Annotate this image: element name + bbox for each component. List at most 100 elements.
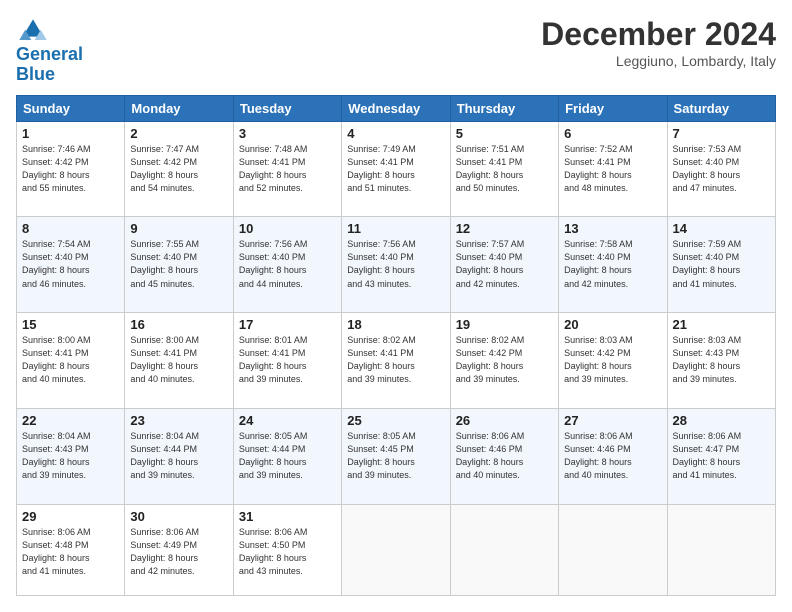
table-row: 30 Sunrise: 8:06 AMSunset: 4:49 PMDaylig… bbox=[125, 504, 233, 595]
day-info: Sunrise: 7:56 AMSunset: 4:40 PMDaylight:… bbox=[347, 238, 444, 290]
day-info: Sunrise: 8:04 AMSunset: 4:44 PMDaylight:… bbox=[130, 430, 227, 482]
table-row: 19 Sunrise: 8:02 AMSunset: 4:42 PMDaylig… bbox=[450, 313, 558, 409]
day-info: Sunrise: 7:54 AMSunset: 4:40 PMDaylight:… bbox=[22, 238, 119, 290]
day-info: Sunrise: 8:04 AMSunset: 4:43 PMDaylight:… bbox=[22, 430, 119, 482]
day-info: Sunrise: 7:52 AMSunset: 4:41 PMDaylight:… bbox=[564, 143, 661, 195]
table-row: 29 Sunrise: 8:06 AMSunset: 4:48 PMDaylig… bbox=[17, 504, 125, 595]
day-info: Sunrise: 7:51 AMSunset: 4:41 PMDaylight:… bbox=[456, 143, 553, 195]
day-info: Sunrise: 8:01 AMSunset: 4:41 PMDaylight:… bbox=[239, 334, 336, 386]
day-info: Sunrise: 7:46 AMSunset: 4:42 PMDaylight:… bbox=[22, 143, 119, 195]
calendar-week-row: 29 Sunrise: 8:06 AMSunset: 4:48 PMDaylig… bbox=[17, 504, 776, 595]
day-number: 2 bbox=[130, 126, 227, 141]
day-info: Sunrise: 8:06 AMSunset: 4:46 PMDaylight:… bbox=[456, 430, 553, 482]
day-info: Sunrise: 7:49 AMSunset: 4:41 PMDaylight:… bbox=[347, 143, 444, 195]
col-tuesday: Tuesday bbox=[233, 95, 341, 121]
day-number: 21 bbox=[673, 317, 770, 332]
calendar-header-row: Sunday Monday Tuesday Wednesday Thursday… bbox=[17, 95, 776, 121]
day-info: Sunrise: 7:47 AMSunset: 4:42 PMDaylight:… bbox=[130, 143, 227, 195]
day-info: Sunrise: 8:05 AMSunset: 4:44 PMDaylight:… bbox=[239, 430, 336, 482]
day-number: 15 bbox=[22, 317, 119, 332]
day-info: Sunrise: 8:06 AMSunset: 4:46 PMDaylight:… bbox=[564, 430, 661, 482]
day-number: 11 bbox=[347, 221, 444, 236]
day-number: 6 bbox=[564, 126, 661, 141]
table-row: 26 Sunrise: 8:06 AMSunset: 4:46 PMDaylig… bbox=[450, 408, 558, 504]
table-row: 17 Sunrise: 8:01 AMSunset: 4:41 PMDaylig… bbox=[233, 313, 341, 409]
header: General Blue December 2024 Leggiuno, Lom… bbox=[16, 16, 776, 85]
col-wednesday: Wednesday bbox=[342, 95, 450, 121]
day-number: 8 bbox=[22, 221, 119, 236]
day-info: Sunrise: 8:03 AMSunset: 4:43 PMDaylight:… bbox=[673, 334, 770, 386]
table-row: 20 Sunrise: 8:03 AMSunset: 4:42 PMDaylig… bbox=[559, 313, 667, 409]
day-number: 29 bbox=[22, 509, 119, 524]
day-info: Sunrise: 7:58 AMSunset: 4:40 PMDaylight:… bbox=[564, 238, 661, 290]
logo-text: General Blue bbox=[16, 45, 83, 85]
day-number: 17 bbox=[239, 317, 336, 332]
table-row: 2 Sunrise: 7:47 AMSunset: 4:42 PMDayligh… bbox=[125, 121, 233, 217]
table-row: 1 Sunrise: 7:46 AMSunset: 4:42 PMDayligh… bbox=[17, 121, 125, 217]
day-number: 7 bbox=[673, 126, 770, 141]
table-row: 7 Sunrise: 7:53 AMSunset: 4:40 PMDayligh… bbox=[667, 121, 775, 217]
day-info: Sunrise: 8:06 AMSunset: 4:48 PMDaylight:… bbox=[22, 526, 119, 578]
table-row bbox=[342, 504, 450, 595]
table-row: 4 Sunrise: 7:49 AMSunset: 4:41 PMDayligh… bbox=[342, 121, 450, 217]
table-row: 28 Sunrise: 8:06 AMSunset: 4:47 PMDaylig… bbox=[667, 408, 775, 504]
location: Leggiuno, Lombardy, Italy bbox=[541, 53, 776, 69]
calendar-week-row: 8 Sunrise: 7:54 AMSunset: 4:40 PMDayligh… bbox=[17, 217, 776, 313]
table-row: 5 Sunrise: 7:51 AMSunset: 4:41 PMDayligh… bbox=[450, 121, 558, 217]
table-row: 25 Sunrise: 8:05 AMSunset: 4:45 PMDaylig… bbox=[342, 408, 450, 504]
col-friday: Friday bbox=[559, 95, 667, 121]
day-number: 25 bbox=[347, 413, 444, 428]
table-row: 15 Sunrise: 8:00 AMSunset: 4:41 PMDaylig… bbox=[17, 313, 125, 409]
table-row: 3 Sunrise: 7:48 AMSunset: 4:41 PMDayligh… bbox=[233, 121, 341, 217]
day-number: 27 bbox=[564, 413, 661, 428]
day-number: 13 bbox=[564, 221, 661, 236]
day-info: Sunrise: 8:05 AMSunset: 4:45 PMDaylight:… bbox=[347, 430, 444, 482]
table-row: 12 Sunrise: 7:57 AMSunset: 4:40 PMDaylig… bbox=[450, 217, 558, 313]
day-number: 16 bbox=[130, 317, 227, 332]
table-row bbox=[450, 504, 558, 595]
day-info: Sunrise: 8:00 AMSunset: 4:41 PMDaylight:… bbox=[130, 334, 227, 386]
logo-line1: General bbox=[16, 44, 83, 64]
day-number: 1 bbox=[22, 126, 119, 141]
day-number: 22 bbox=[22, 413, 119, 428]
day-number: 9 bbox=[130, 221, 227, 236]
day-number: 24 bbox=[239, 413, 336, 428]
table-row: 10 Sunrise: 7:56 AMSunset: 4:40 PMDaylig… bbox=[233, 217, 341, 313]
day-number: 3 bbox=[239, 126, 336, 141]
day-number: 18 bbox=[347, 317, 444, 332]
calendar-table: Sunday Monday Tuesday Wednesday Thursday… bbox=[16, 95, 776, 596]
table-row: 9 Sunrise: 7:55 AMSunset: 4:40 PMDayligh… bbox=[125, 217, 233, 313]
day-info: Sunrise: 7:53 AMSunset: 4:40 PMDaylight:… bbox=[673, 143, 770, 195]
col-monday: Monday bbox=[125, 95, 233, 121]
calendar-week-row: 15 Sunrise: 8:00 AMSunset: 4:41 PMDaylig… bbox=[17, 313, 776, 409]
day-info: Sunrise: 7:48 AMSunset: 4:41 PMDaylight:… bbox=[239, 143, 336, 195]
day-info: Sunrise: 7:59 AMSunset: 4:40 PMDaylight:… bbox=[673, 238, 770, 290]
day-info: Sunrise: 7:55 AMSunset: 4:40 PMDaylight:… bbox=[130, 238, 227, 290]
day-info: Sunrise: 7:56 AMSunset: 4:40 PMDaylight:… bbox=[239, 238, 336, 290]
day-number: 26 bbox=[456, 413, 553, 428]
calendar-week-row: 1 Sunrise: 7:46 AMSunset: 4:42 PMDayligh… bbox=[17, 121, 776, 217]
day-number: 19 bbox=[456, 317, 553, 332]
day-number: 23 bbox=[130, 413, 227, 428]
title-block: December 2024 Leggiuno, Lombardy, Italy bbox=[541, 16, 776, 69]
day-number: 4 bbox=[347, 126, 444, 141]
day-info: Sunrise: 8:02 AMSunset: 4:42 PMDaylight:… bbox=[456, 334, 553, 386]
col-thursday: Thursday bbox=[450, 95, 558, 121]
table-row: 14 Sunrise: 7:59 AMSunset: 4:40 PMDaylig… bbox=[667, 217, 775, 313]
day-number: 31 bbox=[239, 509, 336, 524]
table-row bbox=[667, 504, 775, 595]
day-info: Sunrise: 8:06 AMSunset: 4:50 PMDaylight:… bbox=[239, 526, 336, 578]
table-row: 16 Sunrise: 8:00 AMSunset: 4:41 PMDaylig… bbox=[125, 313, 233, 409]
calendar-week-row: 22 Sunrise: 8:04 AMSunset: 4:43 PMDaylig… bbox=[17, 408, 776, 504]
table-row: 13 Sunrise: 7:58 AMSunset: 4:40 PMDaylig… bbox=[559, 217, 667, 313]
day-number: 30 bbox=[130, 509, 227, 524]
col-sunday: Sunday bbox=[17, 95, 125, 121]
table-row: 22 Sunrise: 8:04 AMSunset: 4:43 PMDaylig… bbox=[17, 408, 125, 504]
day-info: Sunrise: 8:00 AMSunset: 4:41 PMDaylight:… bbox=[22, 334, 119, 386]
table-row: 27 Sunrise: 8:06 AMSunset: 4:46 PMDaylig… bbox=[559, 408, 667, 504]
day-number: 28 bbox=[673, 413, 770, 428]
day-number: 14 bbox=[673, 221, 770, 236]
table-row: 31 Sunrise: 8:06 AMSunset: 4:50 PMDaylig… bbox=[233, 504, 341, 595]
day-info: Sunrise: 8:02 AMSunset: 4:41 PMDaylight:… bbox=[347, 334, 444, 386]
day-info: Sunrise: 7:57 AMSunset: 4:40 PMDaylight:… bbox=[456, 238, 553, 290]
